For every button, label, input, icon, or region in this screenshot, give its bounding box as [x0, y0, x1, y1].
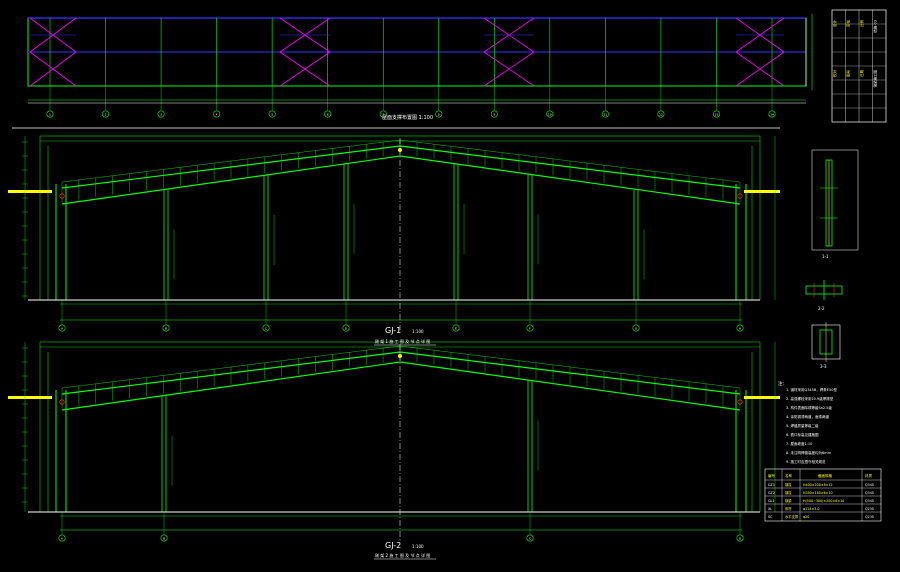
tb-cell-text: 钢架施工图	[873, 70, 878, 88]
note-line: 2. 高强螺栓采用10.9级摩擦型	[786, 396, 834, 401]
table-cell: 水平支撑	[785, 514, 799, 519]
table-cell: GL1	[768, 499, 775, 503]
note-line: 1. 钢材采用Q345B，焊条E50型	[786, 387, 837, 392]
plan-axis-label: 11	[603, 113, 607, 117]
plan-caption: 屋面支撑布置图 1:100	[382, 114, 433, 121]
plan-axis-label: 4	[216, 113, 218, 117]
tb-cell-text: 图号	[846, 70, 851, 78]
plan-axis-label: 6	[327, 113, 329, 117]
table-cell: H(500~300)×200×6×10	[803, 499, 844, 503]
table-cell: SC	[768, 515, 773, 519]
frame1-name: GJ-1	[385, 326, 401, 335]
detail2-label: 2-2	[818, 306, 825, 311]
eave-tag	[8, 396, 52, 399]
plan-axis-label: 8	[438, 113, 440, 117]
table-cell: φ114×3.0	[803, 507, 819, 511]
table-cell: 系杆	[785, 506, 792, 511]
table-cell: GZ2	[768, 491, 775, 495]
axis-bubble-label: E	[455, 327, 457, 331]
tb-cell-text: 比例	[859, 20, 864, 28]
note-line: 3. 构件表面除锈等级Sa2.5级	[786, 405, 832, 410]
axis-bubble-label: B	[165, 327, 167, 331]
note-line: 8. 未注明焊缝高度均为6mm	[786, 450, 832, 455]
plan-axis-label: 9	[493, 113, 495, 117]
tb-cell-text: 结施-03	[873, 20, 878, 33]
table-cell: H400×200×8×12	[803, 483, 833, 487]
tb-cell-text: 校对	[832, 70, 837, 78]
eave-tag	[8, 190, 52, 193]
axis-bubble-label: H	[739, 327, 741, 331]
table-header: 截面规格	[818, 473, 832, 478]
ridge-node	[398, 148, 402, 152]
note-line: 5. 焊缝质量等级二级	[786, 423, 819, 428]
table-cell: Q345	[865, 483, 874, 487]
plan-axis-label: 12	[659, 113, 663, 117]
axis-bubble-label: B	[163, 537, 165, 541]
frame2-caption: 刚 架 2 施 工 图 及 节 点 详 图	[375, 552, 430, 558]
note-line: 9. 施工时应遵守相关规范	[786, 459, 826, 464]
plan-axis-label: 10	[548, 113, 552, 117]
detail1-label: 1-1	[822, 254, 829, 259]
note-line: 7. 屋面坡度1:10	[786, 441, 812, 446]
frame1-scale: 1:100	[412, 329, 424, 334]
table-cell: H350×180×6×10	[803, 491, 833, 495]
table-cell: 钢柱	[785, 490, 792, 495]
table-cell: Q235	[865, 515, 874, 519]
eave-tag	[744, 190, 780, 193]
axis-bubble-label: F	[529, 327, 531, 331]
notes-heading: 注：	[778, 380, 787, 387]
note-line: 4. 涂防锈漆两道，面漆两道	[786, 414, 829, 419]
detail3-label: 3-3	[820, 364, 827, 369]
table-cell: 钢柱	[785, 482, 792, 487]
plan-axis-label: 5	[271, 113, 273, 117]
frame1-caption: 刚 架 1 施 工 图 及 节 点 详 图	[375, 338, 430, 344]
eave-tag	[744, 396, 780, 399]
table-header: 名称	[785, 473, 793, 478]
ridge-node	[398, 354, 402, 358]
frame2-scale: 1:100	[412, 544, 424, 549]
table-header: 编号	[768, 473, 776, 478]
table-cell: φ20	[803, 515, 809, 519]
plan-axis-label: 2	[105, 113, 107, 117]
table-cell: Q235	[865, 507, 874, 511]
axis-bubble-label: C	[265, 327, 267, 331]
plan-axis-label: 14	[770, 113, 774, 117]
tb-cell-text: 日期	[859, 70, 864, 78]
table-cell: 钢梁	[785, 498, 792, 503]
cad-drawing: 1 2 3 4 5 6 7 8 9 10 11 12 13 14 屋面支撑布置图 1:100 设计校对审核…	[0, 0, 900, 572]
table-cell: Q345	[865, 499, 874, 503]
tb-cell-text: 审核	[846, 20, 851, 28]
frame2-name: GJ-2	[385, 541, 401, 550]
plan-axis-label: 1	[49, 113, 51, 117]
plan-axis-label: 13	[715, 113, 719, 117]
table-cell: GZ1	[768, 483, 775, 487]
table-header: 材质	[865, 473, 873, 478]
axis-bubble-label: C	[529, 537, 531, 541]
note-line: 6. 檐口标高见建施图	[786, 432, 819, 437]
plan-axis-label: 3	[160, 113, 162, 117]
table-cell: Q345	[865, 491, 874, 495]
table-cell: XL	[768, 507, 772, 511]
tb-cell-text: 设计	[832, 20, 837, 28]
